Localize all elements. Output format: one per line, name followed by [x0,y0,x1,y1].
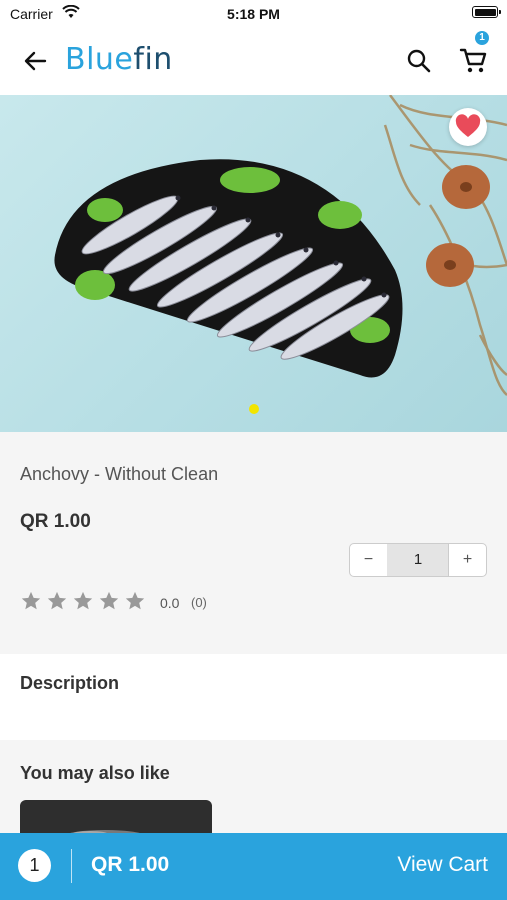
favorite-button[interactable] [449,108,487,146]
cart-count-badge: 1 [475,31,489,45]
product-name: Anchovy - Without Clean [20,464,219,484]
description-section: Description [0,654,507,740]
logo-suffix: fin [133,42,173,77]
quantity-value[interactable]: 1 [387,544,449,576]
product-photo [54,95,507,396]
star-icon [73,591,93,610]
cart-total: QR 1.00 [91,853,170,876]
cork-float [442,165,490,209]
app-header: Bluefin 1 [0,28,507,94]
product-info: Anchovy - Without Clean QR 1.00 − 1 + 0.… [0,432,507,654]
cart-icon[interactable] [458,44,490,76]
cart-summary-bar[interactable]: 1 QR 1.00 View Cart [0,833,507,900]
star-icon [21,591,41,610]
back-arrow-icon[interactable] [20,46,50,76]
clock: 5:18 PM [227,6,280,22]
description-title: Description [20,673,120,693]
battery-icon [472,6,501,18]
star-icon [125,591,145,610]
view-cart-button[interactable]: View Cart [397,853,488,877]
search-icon[interactable] [404,46,434,76]
star-icon [99,591,119,610]
product-image-carousel[interactable] [0,95,507,432]
increase-quantity-button[interactable]: + [448,544,486,576]
rating-stars [20,590,150,612]
logo-prefix: Blue [65,42,134,77]
heart-icon [455,114,481,137]
rating-count: (0) [191,595,207,610]
carousel-page-indicator [249,404,259,414]
app-logo: Bluefin [65,42,173,77]
cork-float [426,243,474,287]
status-bar: Carrier 5:18 PM [0,0,507,28]
decrease-quantity-button[interactable]: − [350,544,388,576]
quantity-stepper: − 1 + [349,543,487,577]
cart-item-count: 1 [18,849,51,882]
recommendations-title: You may also like [20,763,170,783]
divider [71,849,72,883]
product-price: QR 1.00 [20,511,91,532]
star-icon [47,591,67,610]
rating-value: 0.0 [160,595,180,611]
